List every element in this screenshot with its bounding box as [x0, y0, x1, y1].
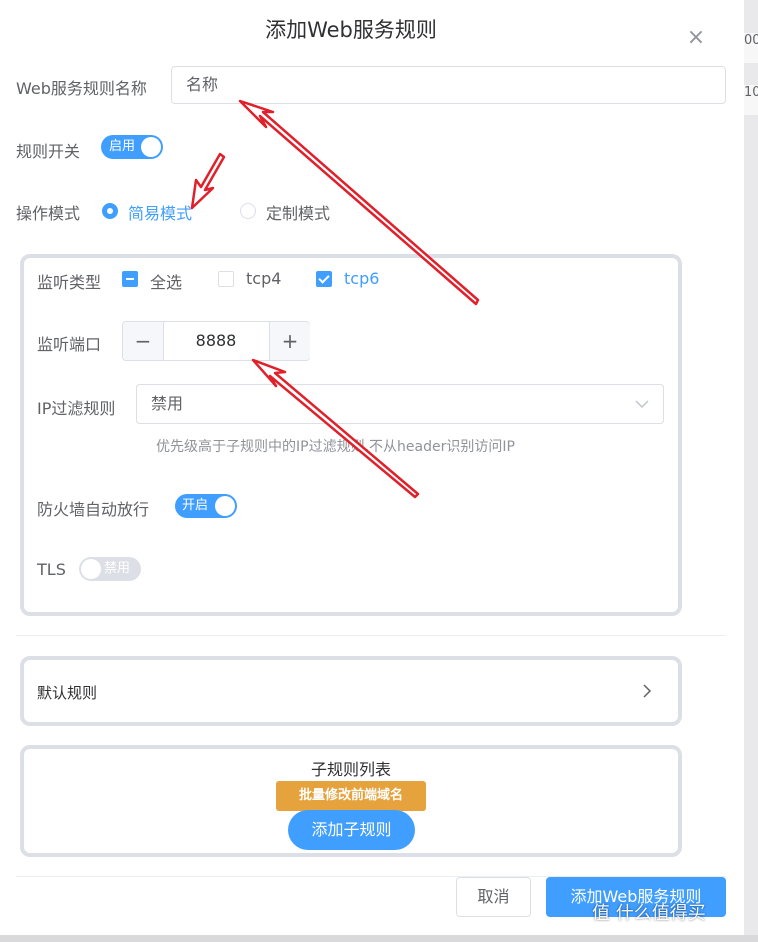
port-value[interactable]: 8888	[163, 322, 269, 360]
close-icon[interactable]: ×	[684, 26, 708, 50]
mode-simple-radio[interactable]	[102, 203, 118, 219]
ip-filter-value: 禁用	[151, 394, 184, 413]
watermark-text: 值 什么值得买	[592, 903, 706, 924]
rule-enable-switch[interactable]: 启用	[101, 135, 163, 159]
sub-rules-title: 子规则列表	[310, 760, 391, 779]
port-stepper: − 8888 +	[122, 321, 310, 361]
default-rule-label: 默认规则	[37, 684, 98, 702]
rule-name-placeholder: 名称	[186, 75, 219, 94]
chevron-right-icon[interactable]	[642, 684, 652, 698]
dialog-title: 添加Web服务规则	[265, 18, 437, 42]
ip-filter-label: IP过滤规则	[37, 399, 116, 418]
tls-switch[interactable]: 禁用	[79, 557, 141, 581]
rule-name-label: Web服务规则名称	[16, 79, 147, 98]
default-rule-card[interactable]	[20, 656, 682, 726]
chevron-down-icon	[635, 400, 649, 409]
batch-edit-domain-button[interactable]: 批量修改前端域名	[276, 781, 426, 811]
rule-name-input[interactable]: 名称	[171, 66, 726, 104]
tcp6-label[interactable]: tcp6	[344, 269, 379, 288]
annotation-arrow-icon	[190, 152, 226, 210]
tcp4-checkbox[interactable]	[218, 271, 234, 287]
bottom-edge	[0, 935, 758, 942]
listen-port-label: 监听端口	[37, 335, 102, 354]
rule-enable-switch-text: 启用	[109, 139, 136, 154]
background-cell: 00	[744, 33, 758, 63]
decrease-button[interactable]: −	[123, 322, 164, 360]
select-all-label[interactable]: 全选	[150, 269, 182, 293]
tls-switch-text: 禁用	[104, 561, 131, 576]
rule-switch-label: 规则开关	[16, 142, 81, 161]
divider	[16, 635, 726, 636]
firewall-switch[interactable]: 开启	[175, 494, 237, 518]
mode-label: 操作模式	[16, 204, 81, 223]
tls-label: TLS	[37, 560, 66, 579]
cancel-button[interactable]: 取消	[456, 877, 531, 917]
tcp6-checkbox[interactable]	[316, 271, 332, 287]
background-page	[744, 0, 758, 942]
tcp4-label[interactable]: tcp4	[246, 269, 281, 288]
switch-knob	[141, 137, 161, 157]
mode-custom-radio[interactable]	[240, 203, 256, 219]
mode-custom-label[interactable]: 定制模式	[266, 200, 330, 224]
mode-simple-label[interactable]: 简易模式	[128, 200, 192, 224]
background-cell: 10	[744, 85, 758, 115]
select-all-checkbox[interactable]	[122, 271, 138, 287]
ip-filter-select[interactable]: 禁用	[136, 384, 664, 424]
firewall-switch-text: 开启	[182, 498, 209, 513]
switch-knob	[81, 559, 101, 579]
firewall-label: 防火墙自动放行	[37, 500, 150, 519]
switch-knob	[215, 496, 235, 516]
ip-filter-hint: 优先级高于子规则中的IP过滤规则,不从header识别访问IP	[156, 439, 515, 455]
listen-type-label: 监听类型	[37, 273, 102, 292]
increase-button[interactable]: +	[269, 322, 310, 360]
add-sub-rule-button[interactable]: 添加子规则	[288, 810, 415, 850]
